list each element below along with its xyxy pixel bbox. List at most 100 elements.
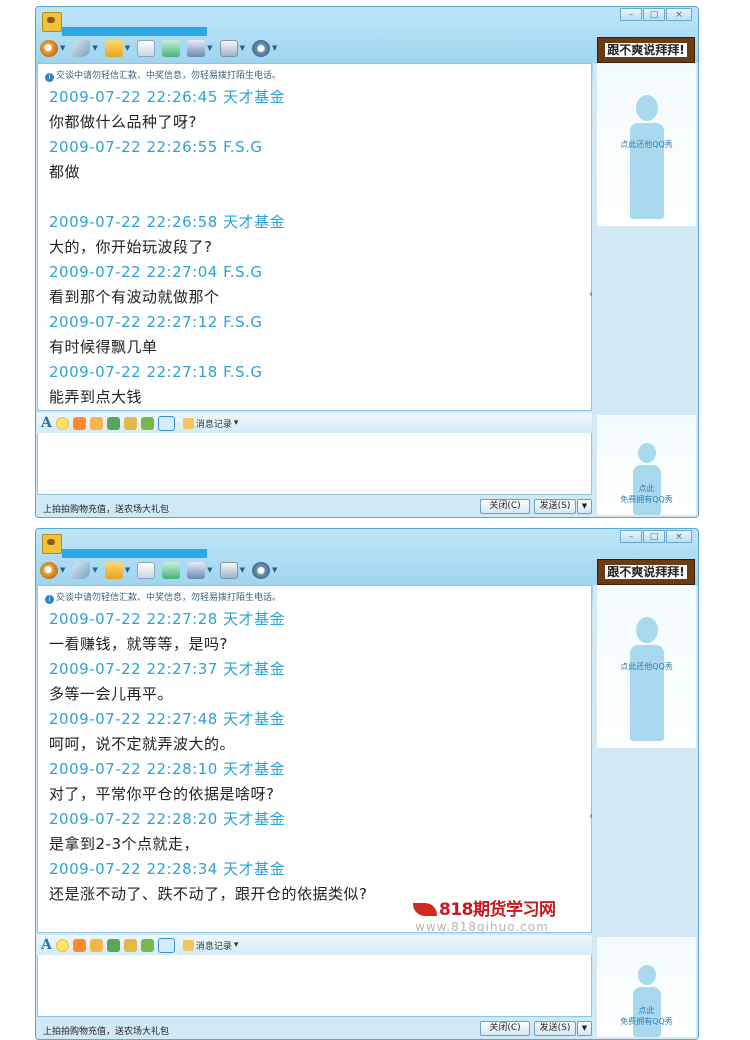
history-icon: [182, 939, 194, 951]
send-options-button[interactable]: ▼: [577, 1021, 592, 1036]
screen-capture-icon[interactable]: [157, 937, 175, 953]
emoticon-icon[interactable]: [55, 938, 69, 952]
format-toolbar: A 消息记录 ▾: [37, 413, 592, 433]
font-button[interactable]: A: [41, 937, 52, 953]
emoticon-icon[interactable]: [55, 416, 69, 430]
image-icon[interactable]: [140, 416, 154, 430]
image-icon[interactable]: [140, 938, 154, 952]
contact-avatar[interactable]: [42, 534, 62, 554]
qq-show-sidebar: ‹ 点此还他QQ秀 点此 免费拥有QQ秀: [589, 585, 698, 1039]
qq-show-link[interactable]: 点此还他QQ秀: [597, 139, 696, 150]
collapse-arrow-icon[interactable]: ‹: [589, 289, 593, 300]
chat-window-1: – □ × ▼ ▼ ▼ ▼ ▼ ▼ 跟不爽说拜拜! i 交谈中请勿轻信汇款、中奖信…: [35, 6, 699, 518]
close-window-button[interactable]: ×: [666, 8, 692, 21]
message-history-button[interactable]: 消息记录 ▾: [182, 417, 238, 430]
picture-icon: [219, 561, 238, 579]
qq-show-sidebar: ‹ 点此还他QQ秀 点此 免费拥有QQ秀: [589, 63, 698, 517]
send-button[interactable]: 发送(S): [534, 1021, 576, 1036]
qq-show-label-2: 免费拥有QQ秀: [620, 1017, 673, 1026]
security-notice: i 交谈中请勿轻信汇款、中奖信息，勿轻易拨打陌生电话。: [45, 68, 281, 82]
message-header: 2009-07-22 22:27:28 天才基金: [49, 610, 286, 628]
main-toolbar: ▼ ▼ ▼ ▼ ▼ ▼: [40, 37, 277, 59]
message-header: 2009-07-22 22:27:48 天才基金: [49, 710, 286, 728]
mail-icon: [137, 561, 156, 579]
animation-icon[interactable]: [72, 938, 86, 952]
banner-text: 跟不爽说拜拜!: [605, 43, 687, 57]
ad-link[interactable]: 上拍拍购物充值，送农场大礼包: [43, 502, 169, 515]
send-options-button[interactable]: ▼: [577, 499, 592, 514]
animation-icon[interactable]: [72, 416, 86, 430]
font-button[interactable]: A: [41, 415, 52, 431]
title-bar[interactable]: – □ ×: [36, 7, 698, 36]
chevron-down-icon: ▼: [124, 566, 131, 574]
picture-button[interactable]: ▼: [219, 561, 245, 579]
message-text: 是拿到2-3个点就走，: [49, 835, 200, 853]
collapse-arrow-icon[interactable]: ‹: [589, 811, 593, 822]
close-button[interactable]: 关闭(C): [480, 1021, 530, 1036]
music-icon[interactable]: [123, 416, 137, 430]
message-history-panel[interactable]: i 交谈中请勿轻信汇款、中奖信息，勿轻易拨打陌生电话。 2009-07-22 22…: [37, 63, 592, 411]
music-icon[interactable]: [123, 938, 137, 952]
note-button[interactable]: [162, 39, 181, 57]
picture-icon: [219, 39, 238, 57]
screen-capture-icon[interactable]: [157, 415, 175, 431]
message-input[interactable]: [37, 955, 592, 1017]
promo-banner[interactable]: 跟不爽说拜拜!: [597, 37, 695, 63]
settings-button[interactable]: ▼: [251, 561, 277, 579]
gear-icon: [251, 561, 270, 579]
mail-button[interactable]: [137, 561, 156, 579]
close-window-button[interactable]: ×: [666, 530, 692, 543]
title-bar[interactable]: – □ ×: [36, 529, 698, 558]
history-icon: [182, 417, 194, 429]
magic-emoticon-icon[interactable]: [89, 938, 103, 952]
magic-emoticon-icon[interactable]: [89, 416, 103, 430]
send-file-button[interactable]: ▼: [104, 561, 131, 579]
folder-icon: [104, 561, 123, 579]
message-input[interactable]: [37, 433, 592, 495]
minimize-button[interactable]: –: [620, 530, 642, 543]
message-history-panel[interactable]: i 交谈中请勿轻信汇款、中奖信息，勿轻易拨打陌生电话。 2009-07-22 22…: [37, 585, 592, 933]
security-notice: i 交谈中请勿轻信汇款、中奖信息，勿轻易拨打陌生电话。: [45, 590, 281, 604]
qq-show-free-link[interactable]: 点此 免费拥有QQ秀: [597, 1005, 696, 1027]
my-qq-show[interactable]: 点此 免费拥有QQ秀: [597, 415, 696, 515]
message-text: 对了，平常你平仓的依据是啥呀?: [49, 785, 275, 803]
maximize-button[interactable]: □: [643, 8, 665, 21]
voice-call-button[interactable]: ▼: [72, 39, 98, 57]
video-call-button[interactable]: ▼: [40, 39, 65, 57]
screenshot-icon[interactable]: [106, 938, 120, 952]
ad-link[interactable]: 上拍拍购物充值，送农场大礼包: [43, 1024, 169, 1037]
info-icon: i: [45, 73, 54, 82]
my-qq-show[interactable]: 点此 免费拥有QQ秀: [597, 937, 696, 1037]
window-controls: – □ ×: [620, 530, 692, 543]
send-file-button[interactable]: ▼: [104, 39, 130, 57]
mail-button[interactable]: [137, 39, 156, 57]
history-label: 消息记录: [195, 419, 232, 430]
message-header: 2009-07-22 22:27:18 F.S.G: [49, 363, 263, 381]
contact-qq-show[interactable]: 点此还他QQ秀: [597, 585, 696, 748]
message-header: 2009-07-22 22:28:10 天才基金: [49, 760, 286, 778]
qq-show-link[interactable]: 点此还他QQ秀: [597, 661, 696, 672]
send-button[interactable]: 发送(S): [534, 499, 576, 514]
microphone-icon: [72, 39, 91, 57]
voice-call-button[interactable]: ▼: [72, 561, 98, 579]
message-history-button[interactable]: 消息记录 ▾: [182, 939, 238, 952]
apps-button[interactable]: ▼: [187, 561, 213, 579]
avatar-silhouette: [629, 617, 664, 741]
screenshot-icon[interactable]: [106, 416, 120, 430]
close-button[interactable]: 关闭(C): [480, 499, 530, 514]
message-text: 一看赚钱，就等等，是吗?: [49, 635, 228, 653]
qq-show-free-link[interactable]: 点此 免费拥有QQ秀: [597, 483, 696, 505]
apps-button[interactable]: ▼: [187, 39, 213, 57]
promo-banner[interactable]: 跟不爽说拜拜!: [597, 559, 695, 585]
microphone-icon: [72, 561, 91, 579]
maximize-button[interactable]: □: [643, 530, 665, 543]
picture-button[interactable]: ▼: [219, 39, 245, 57]
contact-avatar[interactable]: [42, 12, 62, 32]
minimize-button[interactable]: –: [620, 8, 642, 21]
settings-button[interactable]: ▼: [251, 39, 277, 57]
chevron-down-icon: ▼: [239, 566, 245, 574]
contact-qq-show[interactable]: 点此还他QQ秀: [597, 63, 696, 226]
note-button[interactable]: [162, 561, 181, 579]
video-call-button[interactable]: ▼: [40, 561, 65, 579]
message-text: 多等一会儿再平。: [49, 685, 174, 703]
